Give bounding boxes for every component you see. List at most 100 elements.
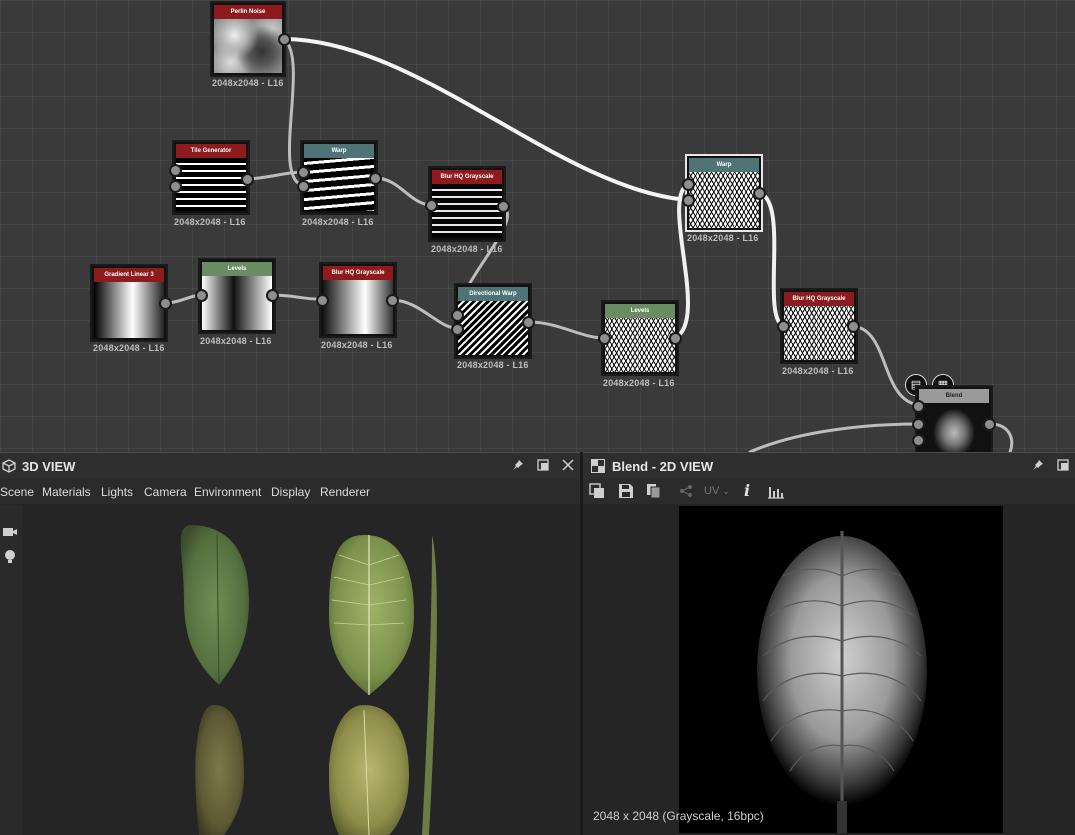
node-title: Blur HQ Grayscale	[432, 170, 502, 184]
node-levels[interactable]: Levels	[601, 300, 679, 376]
node-warp-selected[interactable]: Warp	[685, 154, 763, 232]
camera-icon[interactable]	[2, 525, 18, 543]
light-bulb-icon[interactable]	[3, 549, 17, 570]
menu-display[interactable]: Display	[271, 485, 310, 499]
view2d-toolbar: UV ⌄ i	[583, 479, 1075, 504]
node-thumbnail	[458, 301, 528, 355]
leaf-mesh-render	[180, 525, 437, 835]
node-title: Blur HQ Grayscale	[784, 292, 854, 306]
wire-into-blend	[748, 422, 921, 452]
panel-3d-view: 3D VIEW Scene Materials Lights Camera En…	[0, 452, 580, 835]
output-port[interactable]	[497, 200, 510, 213]
node-blend[interactable]: Blend	[915, 385, 993, 452]
menu-materials[interactable]: Materials	[42, 485, 91, 499]
node-perlin-noise[interactable]: Perlin Noise	[210, 1, 286, 77]
node-thumbnail	[323, 280, 393, 334]
node-title: Warp	[689, 158, 759, 172]
output-port[interactable]	[159, 297, 172, 310]
viewport-toolbar	[0, 505, 22, 835]
node-title: Perlin Noise	[214, 5, 282, 19]
input-port[interactable]	[297, 180, 310, 193]
wire-warp1-to-blur1	[373, 176, 434, 207]
node-tile-generator[interactable]: Tile Generator	[172, 140, 250, 215]
cube-icon	[2, 459, 16, 476]
output-port[interactable]	[847, 320, 860, 333]
pin-icon[interactable]	[1032, 459, 1044, 474]
node-resolution: 2048x2048 - L16	[212, 78, 284, 88]
maximize-icon[interactable]	[1057, 459, 1069, 474]
input-port[interactable]	[195, 289, 208, 302]
output-port[interactable]	[753, 187, 766, 200]
image-status-text: 2048 x 2048 (Grayscale, 16bpc)	[593, 809, 764, 823]
histogram-icon[interactable]	[767, 483, 785, 502]
output-port[interactable]	[386, 294, 399, 307]
node-resolution: 2048x2048 - L16	[603, 378, 675, 388]
input-port[interactable]	[451, 309, 464, 322]
node-thumbnail	[214, 19, 282, 73]
node-resolution: 2048x2048 - L16	[782, 366, 854, 376]
input-port[interactable]	[169, 164, 182, 177]
input-port[interactable]	[425, 199, 438, 212]
wire-dirwarp-to-levels2	[526, 320, 607, 340]
copy-icon[interactable]	[646, 483, 662, 502]
node-levels[interactable]: Levels	[198, 258, 276, 334]
node-thumbnail	[689, 172, 759, 228]
input-port[interactable]	[598, 332, 611, 345]
output-port[interactable]	[369, 172, 382, 185]
node-graph[interactable]: Perlin Noise 2048x2048 - L16 Tile Genera…	[0, 0, 1075, 452]
info-icon[interactable]: i	[744, 481, 750, 500]
node-resolution: 2048x2048 - L16	[93, 343, 165, 353]
maximize-icon[interactable]	[537, 459, 549, 474]
panel-title: Blend - 2D VIEW	[612, 459, 714, 474]
panel-title-bar: Blend - 2D VIEW	[583, 452, 1075, 480]
node-thumbnail	[605, 318, 675, 372]
wire-blur2-to-dirwarp	[390, 298, 460, 330]
node-thumbnail	[784, 306, 854, 360]
viewport-3d[interactable]	[24, 505, 580, 835]
chevron-down-icon: ⌄	[722, 486, 730, 496]
output-port[interactable]	[278, 33, 291, 46]
node-thumbnail	[176, 158, 246, 211]
node-title: Warp	[304, 144, 374, 158]
node-thumbnail	[304, 158, 374, 211]
input-port[interactable]	[682, 194, 695, 207]
node-resolution: 2048x2048 - L16	[431, 244, 503, 254]
node-blur-hq-grayscale[interactable]: Blur HQ Grayscale	[428, 166, 506, 242]
input-port[interactable]	[912, 418, 925, 431]
panel-2d-view: Blend - 2D VIEW UV ⌄ i 2048 x 2048 (Gray…	[583, 452, 1075, 835]
pin-icon[interactable]	[512, 459, 524, 474]
panel-title-bar: 3D VIEW	[0, 452, 580, 480]
node-directional-warp[interactable]: Directional Warp	[454, 283, 532, 359]
node-resolution: 2048x2048 - L16	[200, 336, 272, 346]
save-icon[interactable]	[618, 483, 634, 502]
uv-label: UV	[704, 485, 720, 497]
output-port[interactable]	[983, 418, 996, 431]
input-port[interactable]	[682, 178, 695, 191]
output-port[interactable]	[241, 173, 254, 186]
menu-camera[interactable]: Camera	[144, 485, 187, 499]
menu-lights[interactable]: Lights	[101, 485, 133, 499]
uv-dropdown[interactable]: UV ⌄	[704, 485, 730, 497]
output-port[interactable]	[669, 332, 682, 345]
output-port[interactable]	[266, 289, 279, 302]
input-port[interactable]	[316, 294, 329, 307]
input-port[interactable]	[297, 166, 310, 179]
node-title: Levels	[605, 304, 675, 318]
node-resolution: 2048x2048 - L16	[457, 360, 529, 370]
node-title: Directional Warp	[458, 287, 528, 301]
input-port[interactable]	[777, 320, 790, 333]
close-icon[interactable]	[562, 459, 574, 474]
copy-frame-icon[interactable]	[589, 483, 605, 502]
input-port[interactable]	[451, 323, 464, 336]
node-warp[interactable]: Warp	[300, 140, 378, 215]
2d-preview-image[interactable]	[679, 506, 1003, 833]
menu-environment[interactable]: Environment	[194, 485, 261, 499]
menu-scene[interactable]: Scene	[0, 485, 34, 499]
menu-renderer[interactable]: Renderer	[320, 485, 370, 499]
input-port[interactable]	[912, 434, 925, 447]
input-port[interactable]	[169, 180, 182, 193]
output-port[interactable]	[522, 316, 535, 329]
node-gradient-linear-3[interactable]: Gradient Linear 3	[90, 264, 168, 342]
node-title: Blur HQ Grayscale	[323, 266, 393, 280]
input-port[interactable]	[912, 400, 925, 413]
